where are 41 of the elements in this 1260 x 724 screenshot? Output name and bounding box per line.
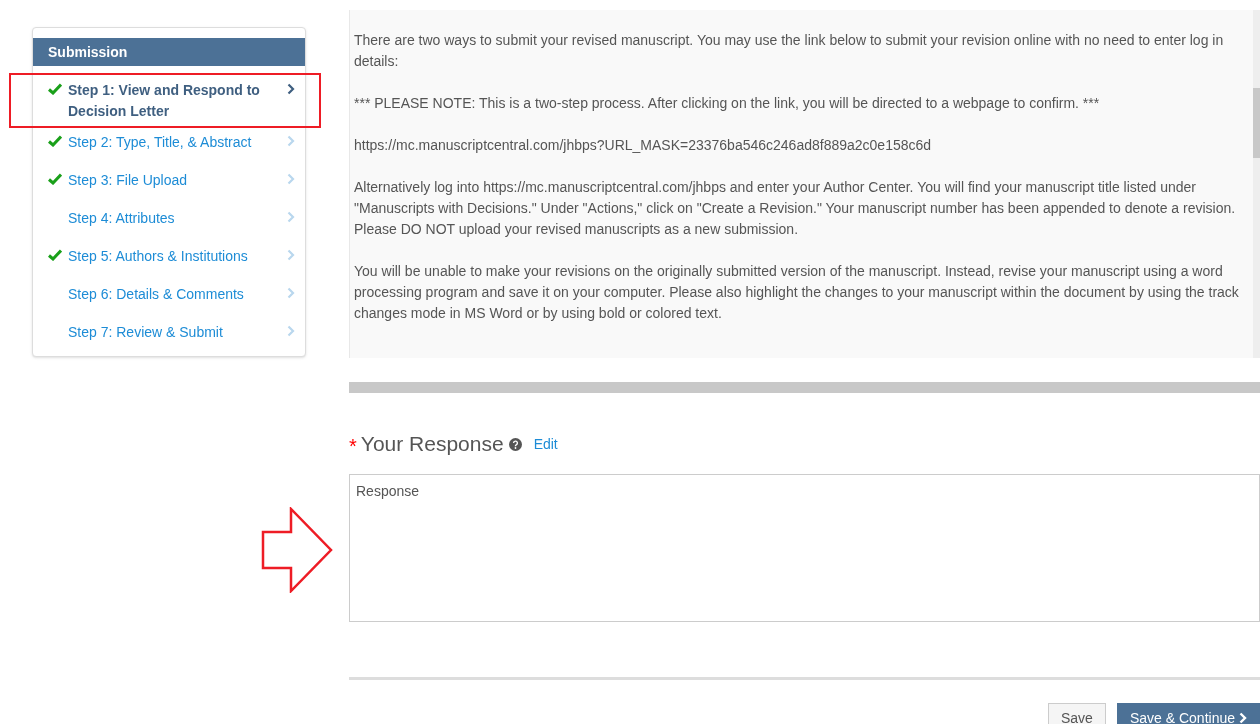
chevron-icon [287,211,295,223]
step-label[interactable]: Step 6: Details & Comments [68,284,281,305]
scrollbar[interactable] [1253,10,1260,358]
step-label[interactable]: Step 2: Type, Title, & Abstract [68,132,281,153]
chevron-icon [287,325,295,337]
step-item[interactable]: Step 1: View and Respond to Decision Letter [33,66,305,122]
step-item[interactable]: Step 7: Review & Submit [33,312,305,350]
chevron-icon [287,173,295,185]
step-item[interactable]: Step 5: Authors & Institutions [33,236,305,274]
save-continue-button[interactable]: Save & Continue [1116,703,1260,724]
step-label[interactable]: Step 4: Attributes [68,208,281,229]
chevron-icon [1239,712,1247,724]
step-label[interactable]: Step 5: Authors & Institutions [68,246,281,267]
step-label[interactable]: Step 1: View and Respond to Decision Letter [68,80,281,122]
step-item[interactable]: Step 2: Type, Title, & Abstract [33,122,305,160]
chevron-icon [287,249,295,261]
section-heading: Your Response [360,431,504,458]
step-label[interactable]: Step 3: File Upload [68,170,281,191]
sidebar-header: Submission [33,38,305,66]
step-label[interactable]: Step 7: Review & Submit [68,322,281,343]
chevron-icon [287,135,295,147]
response-field[interactable]: Response [349,474,1260,622]
check-icon [48,83,62,95]
chevron-icon [287,287,295,299]
step-item[interactable]: Step 3: File Upload [33,160,305,198]
save-button[interactable]: Save [1048,703,1106,724]
letter-paragraph: There are two ways to submit your revised manuscript. You may use the link below to submit your revision online with no need to enter log in details: [354,31,1225,71]
letter-paragraph: https://mc.manuscriptcentral.com/jhbps?URL_MASK=23376ba546c246ad8f889a2c0e158c6d [354,136,933,155]
step-item[interactable]: Step 6: Details & Comments [33,274,305,312]
check-icon [48,135,62,147]
letter-paragraph: *** PLEASE NOTE: This is a two-step process. After clicking on the link, you will be directed to a webpage to confirm. *** [354,94,1101,113]
required-mark: * [349,434,357,459]
help-icon[interactable] [508,437,522,451]
step-item[interactable]: Step 4: Attributes [33,198,305,236]
check-icon [48,249,62,261]
letter-paragraph: You will be unable to make your revisions on the originally submitted version of the manuscript. Instead, revise your manuscript using a word processing program and save it on your computer. Please also highlight the changes to your manuscript within the document by using the track changes mode in MS Word or by using bold or colored text. [354,262,1240,323]
chevron-icon [287,83,295,95]
edit-link[interactable]: Edit [533,433,558,455]
check-icon [48,173,62,185]
arrow-icon [261,507,333,593]
letter-paragraph: Alternatively log into https://mc.manuscriptcentral.com/jhbps and enter your Author Center. You will find your manuscript title listed under "Manuscripts with Decisions." Under "Actions," click on "Create a Revision." Your manuscript number has been appended to denote a revision. Please DO NOT upload your revised manuscripts as a new submission. [354,178,1237,239]
